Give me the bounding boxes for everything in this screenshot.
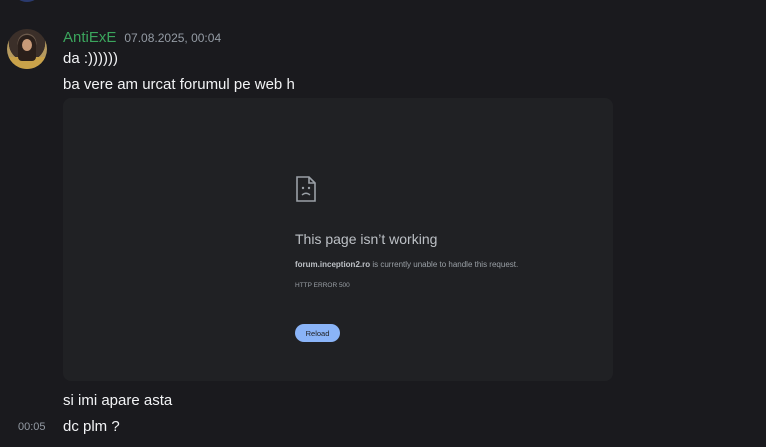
message-header: AntiExE 07.08.2025, 00:04 [63,29,221,47]
error-title: This page isn’t working [295,231,438,247]
error-description-text: is currently unable to handle this reque… [370,260,519,269]
chat-area: AntiExE 07.08.2025, 00:04 da :)))))) ba … [0,0,766,447]
username[interactable]: AntiExE [63,29,116,46]
sad-page-icon [296,176,316,202]
previous-avatar[interactable] [12,0,42,2]
error-description: forum.inception2.ro is currently unable … [295,260,518,269]
avatar[interactable] [7,29,47,69]
error-code: HTTP ERROR 500 [295,282,350,289]
message-line: dc plm ? [63,418,120,435]
error-domain: forum.inception2.ro [295,260,371,269]
message-line: si imi apare asta [63,392,173,409]
reload-button[interactable]: Reload [295,324,340,342]
message-line: ba vere am urcat forumul pe web h [63,76,295,93]
message-hover-timestamp[interactable]: 00:05 [18,421,46,433]
message-timestamp[interactable]: 07.08.2025, 00:04 [124,31,221,45]
message-line: da :)))))) [63,50,118,67]
image-attachment[interactable]: This page isn’t working forum.inception2… [63,98,613,381]
